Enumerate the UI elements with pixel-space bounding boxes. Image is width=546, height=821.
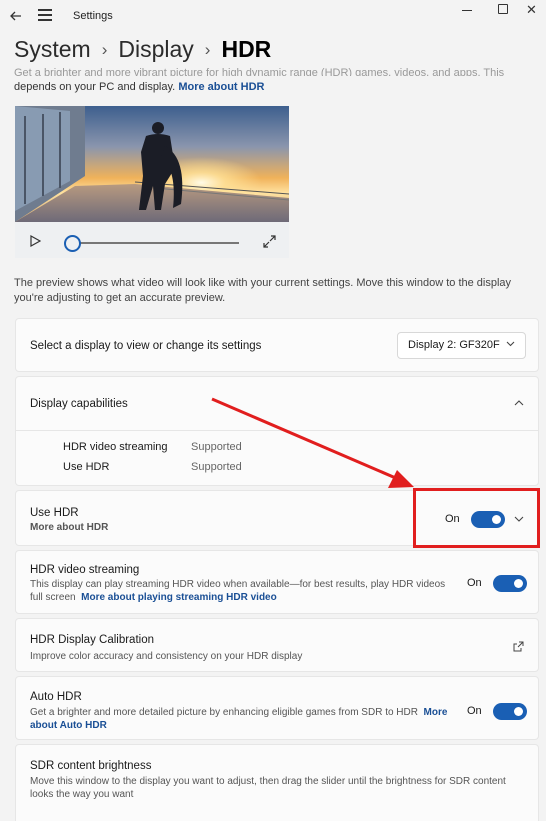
preview-note: The preview shows what video will look l… — [14, 277, 512, 304]
open-external-icon[interactable] — [513, 641, 524, 652]
select-display-card: Select a display to view or change its s… — [15, 318, 539, 372]
capability-name: HDR video streaming — [63, 441, 168, 453]
select-display-label: Select a display to view or change its s… — [30, 340, 262, 352]
fullscreen-expand-icon[interactable] — [263, 235, 276, 248]
title-bar: Settings ✕ — [0, 0, 546, 34]
sdr-title: SDR content brightness — [30, 760, 152, 772]
breadcrumb-item-system[interactable]: System — [14, 36, 91, 62]
hdr-streaming-desc-text-2: full screen — [30, 592, 76, 603]
calibration-description: Improve color accuracy and consistency o… — [30, 651, 303, 662]
capability-row: Use HDR — [63, 461, 109, 473]
hdr-streaming-desc-text: This display can play streaming HDR vide… — [30, 579, 446, 590]
hdr-streaming-title: HDR video streaming — [30, 564, 140, 576]
hdr-preview-video — [15, 106, 289, 222]
play-icon[interactable] — [29, 235, 41, 247]
display-capabilities-title: Display capabilities — [30, 398, 128, 410]
use-hdr-more-link[interactable]: More about HDR — [30, 521, 108, 534]
auto-hdr-state: On — [467, 705, 482, 717]
video-progress-track[interactable] — [79, 242, 239, 244]
display-select-dropdown[interactable]: Display 2: GF320F — [397, 332, 526, 359]
breadcrumb-item-display[interactable]: Display — [118, 36, 193, 62]
hdr-video-streaming-card: HDR video streaming This display can pla… — [15, 550, 539, 614]
annotation-highlight-box — [413, 488, 540, 548]
more-about-hdr-link[interactable]: More about HDR — [178, 81, 264, 93]
chevron-down-icon — [506, 341, 515, 347]
close-icon[interactable]: ✕ — [526, 2, 537, 18]
sdr-desc-text-2: looks the way you want — [30, 789, 134, 800]
more-about-auto-hdr-link-2[interactable]: about Auto HDR — [30, 720, 107, 731]
sdr-desc-text: Move this window to the display you want… — [30, 776, 506, 787]
hdr-streaming-description: This display can play streaming HDR vide… — [30, 578, 450, 604]
intro-description: depends on your PC and display. More abo… — [14, 81, 264, 93]
minimize-icon[interactable] — [462, 10, 472, 11]
intro-faded-text: Get a brighter and more vibrant picture … — [14, 67, 505, 76]
video-player-controls — [15, 222, 289, 258]
hamburger-menu-icon[interactable] — [38, 9, 52, 21]
hdr-streaming-toggle[interactable] — [493, 575, 527, 592]
auto-hdr-title: Auto HDR — [30, 691, 82, 703]
capability-name: Use HDR — [63, 461, 110, 473]
chevron-right-icon: › — [204, 40, 211, 59]
hdr-streaming-state: On — [467, 577, 482, 589]
breadcrumb-current: HDR — [221, 36, 272, 62]
capability-value: Supported — [191, 461, 242, 473]
display-capabilities-card: Display capabilities HDR video streaming… — [15, 376, 539, 486]
display-select-value: Display 2: GF320F — [408, 339, 500, 351]
auto-hdr-toggle[interactable] — [493, 703, 527, 720]
capability-row: HDR video streaming — [63, 441, 168, 453]
auto-hdr-card: Auto HDR Get a brighter and more detaile… — [15, 676, 539, 740]
auto-hdr-description: Get a brighter and more detailed picture… — [30, 706, 460, 732]
more-about-streaming-link[interactable]: More about playing streaming HDR video — [81, 592, 277, 603]
window-title: Settings — [73, 10, 113, 22]
chevron-up-icon[interactable] — [514, 400, 524, 406]
use-hdr-title: Use HDR — [30, 507, 79, 519]
sdr-description: Move this window to the display you want… — [30, 775, 530, 801]
calibration-title: HDR Display Calibration — [30, 634, 154, 646]
more-about-auto-hdr-link[interactable]: More — [424, 707, 448, 718]
sdr-brightness-card: SDR content brightness Move this window … — [15, 744, 539, 821]
maximize-icon[interactable] — [498, 4, 508, 14]
intro-text: depends on your PC and display. — [14, 81, 176, 93]
back-arrow-icon[interactable] — [8, 8, 24, 24]
video-progress-thumb[interactable] — [64, 235, 81, 252]
display-capabilities-header[interactable]: Display capabilities — [16, 377, 538, 431]
chevron-right-icon: › — [101, 40, 108, 59]
breadcrumb: System › Display › HDR — [14, 36, 271, 63]
capability-value: Supported — [191, 441, 242, 453]
hdr-calibration-card[interactable]: HDR Display Calibration Improve color ac… — [15, 618, 539, 672]
auto-hdr-desc-text: Get a brighter and more detailed picture… — [30, 707, 418, 718]
